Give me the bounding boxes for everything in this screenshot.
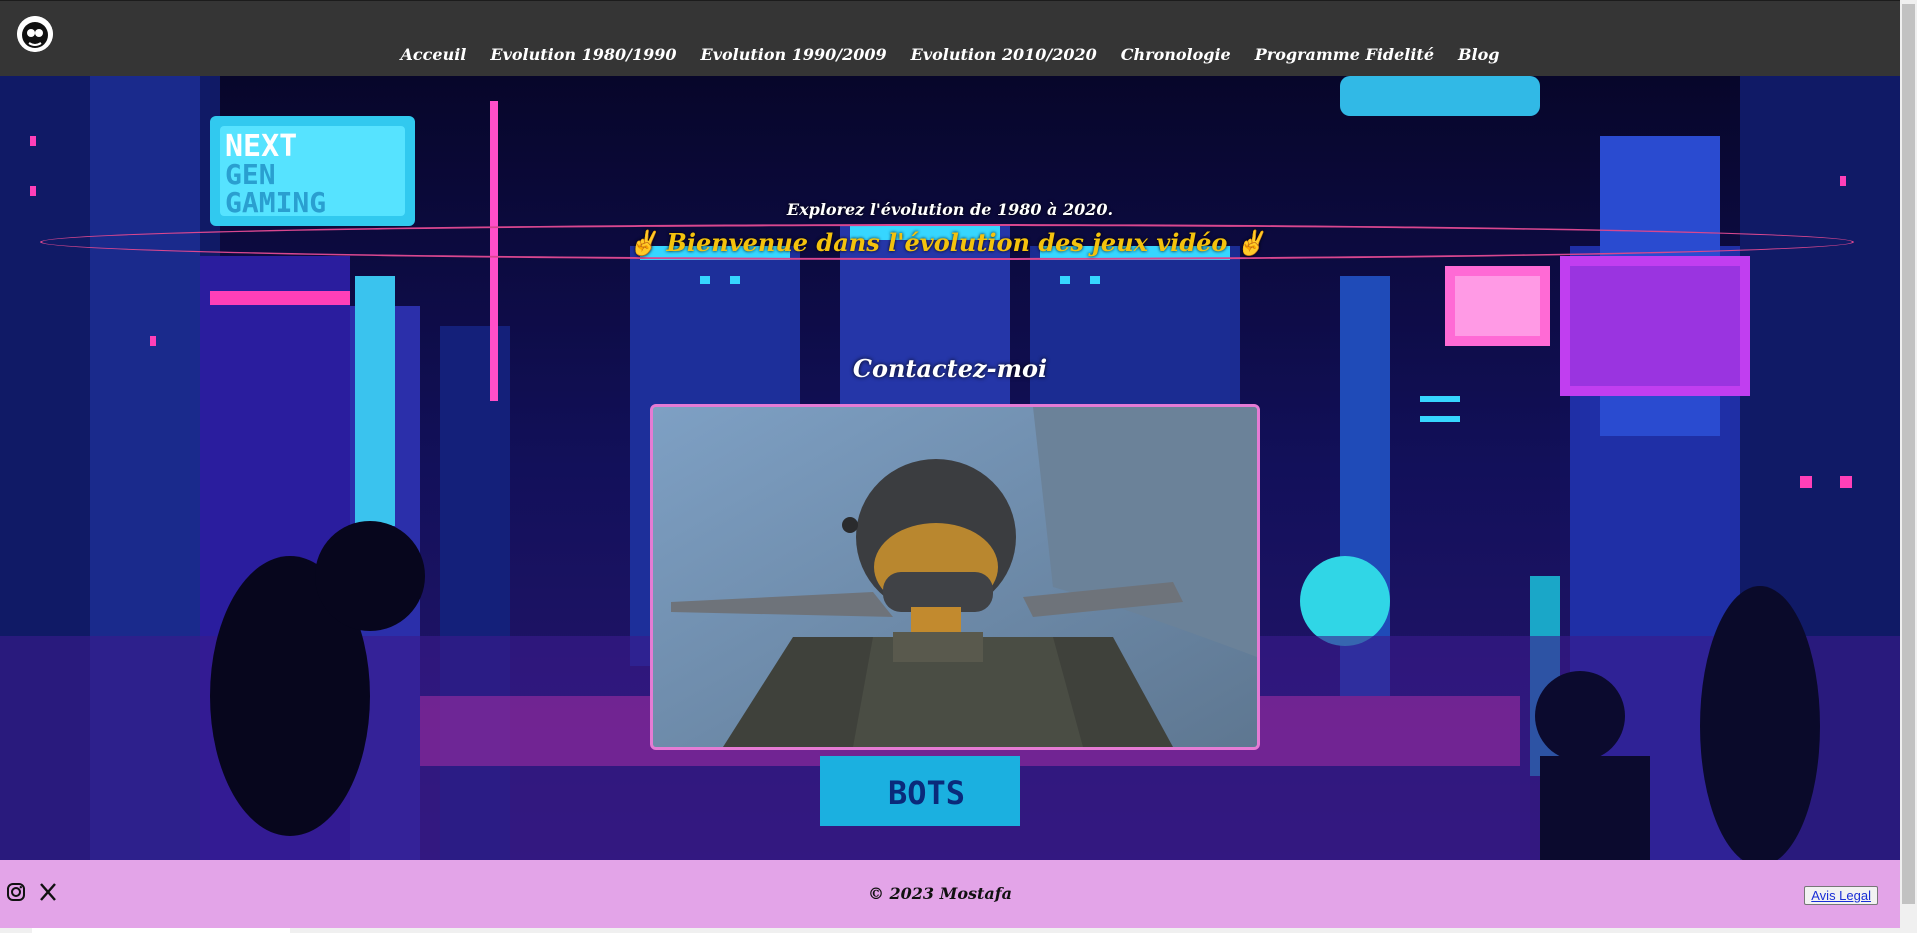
site-footer: © 2023 Mostafa Avis Legal [0, 860, 1900, 928]
welcome-title: ✌️ Bienvenue dans l'évolution des jeux v… [628, 227, 1266, 257]
svg-text:BOTS: BOTS [888, 774, 965, 812]
welcome-banner: ✌️ Bienvenue dans l'évolution des jeux v… [40, 224, 1854, 260]
contact-heading: Contactez-moi [852, 354, 1048, 383]
contact-video[interactable] [650, 404, 1260, 750]
nav-item-acceuil[interactable]: Acceuil [401, 45, 467, 64]
pilot-cockpit-image [653, 407, 1257, 747]
horizontal-scroll-thumb[interactable] [32, 928, 290, 933]
scroll-thumb[interactable] [1902, 4, 1915, 904]
vertical-scrollbar[interactable] [1900, 0, 1917, 933]
nav-item-programme-fidelite[interactable]: Programme Fidelité [1255, 45, 1434, 64]
hero-subtitle: Explorez l'évolution de 1980 à 2020. [786, 200, 1114, 219]
main-nav: Acceuil Evolution 1980/1990 Evolution 19… [0, 45, 1900, 64]
copyright-text: © 2023 Mostafa [867, 884, 1013, 903]
nav-item-chronologie[interactable]: Chronologie [1121, 45, 1231, 64]
nav-item-evolution-2010-2020[interactable]: Evolution 2010/2020 [911, 45, 1097, 64]
nav-item-evolution-1990-2009[interactable]: Evolution 1990/2009 [701, 45, 887, 64]
nav-item-blog[interactable]: Blog [1458, 45, 1499, 64]
horizontal-scrollbar[interactable] [0, 928, 1900, 933]
legal-notice-button[interactable]: Avis Legal [1804, 886, 1878, 905]
site-header: Acceuil Evolution 1980/1990 Evolution 19… [0, 0, 1900, 77]
nav-item-evolution-1980-1990[interactable]: Evolution 1980/1990 [490, 45, 676, 64]
